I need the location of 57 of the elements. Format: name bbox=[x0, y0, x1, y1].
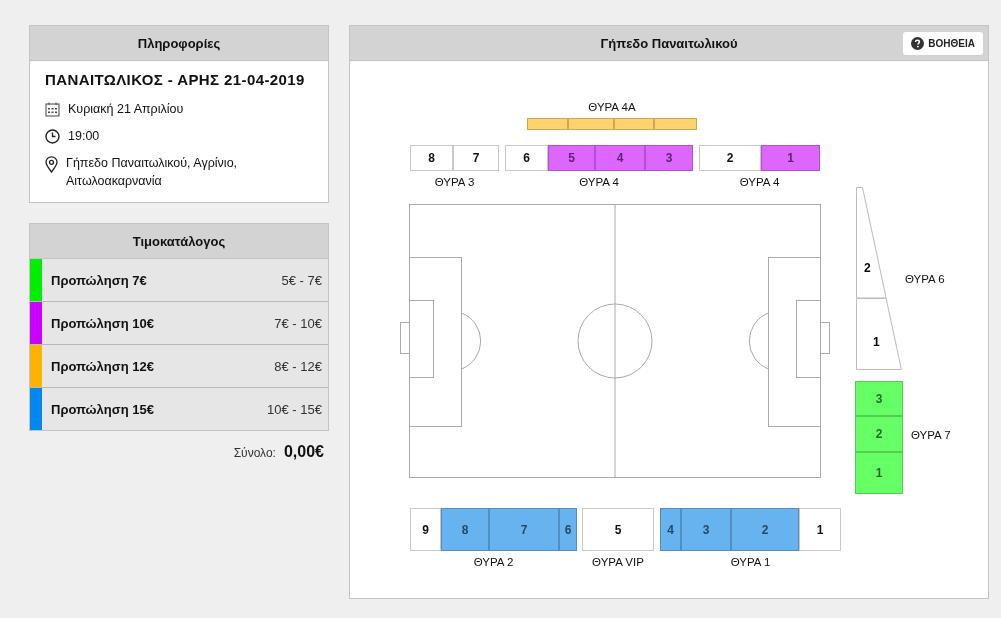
price-range: 10€ - 15€ bbox=[267, 401, 322, 417]
price-range: 5€ - 7€ bbox=[281, 272, 322, 288]
seat-section[interactable]: 6 bbox=[559, 508, 577, 551]
price-name: Προπώληση 10€ bbox=[51, 315, 154, 331]
seat-section[interactable]: 1 bbox=[761, 145, 820, 171]
gate-label: ΘΥΡΑ 2 bbox=[473, 556, 514, 568]
seat-section[interactable]: 7 bbox=[489, 508, 559, 551]
seat-section[interactable]: 3 bbox=[681, 508, 731, 551]
calendar-icon bbox=[45, 102, 60, 117]
seat-section[interactable]: 8 bbox=[441, 508, 489, 551]
seat-section[interactable]: 1 bbox=[799, 508, 841, 551]
seat-section[interactable]: 2 bbox=[855, 416, 903, 452]
seat-section[interactable]: 4 bbox=[660, 508, 681, 551]
gate-label: ΘΥΡΑ 7 bbox=[911, 429, 951, 441]
seat-section[interactable]: 3 bbox=[645, 145, 693, 171]
seat-section[interactable]: 7 bbox=[453, 145, 499, 171]
gate-label: ΘΥΡΑ 4Α bbox=[588, 101, 636, 113]
total-label: Σύνολο: bbox=[233, 446, 276, 460]
seat-section[interactable]: 1 bbox=[856, 298, 902, 370]
seat-section[interactable]: 2 bbox=[699, 145, 761, 171]
help-button[interactable]: ΒΟΗΘΕΙΑ bbox=[903, 31, 983, 55]
price-range: 8€ - 12€ bbox=[274, 358, 322, 374]
seat-section[interactable] bbox=[527, 118, 568, 130]
price-name: Προπώληση 7€ bbox=[51, 272, 147, 288]
seat-section[interactable]: 2 bbox=[731, 508, 799, 551]
seat-section[interactable]: 1 bbox=[855, 452, 903, 494]
clock-icon bbox=[45, 129, 60, 144]
seat-section[interactable]: 9 bbox=[410, 508, 441, 551]
gate-label: ΘΥΡΑ 4 bbox=[739, 176, 780, 188]
seat-section[interactable]: 6 bbox=[505, 145, 548, 171]
match-time: 19:00 bbox=[68, 129, 100, 143]
seat-section[interactable]: 5 bbox=[548, 145, 595, 171]
location-pin-icon bbox=[45, 156, 58, 173]
match-title: ΠΑΝΑΙΤΩΛΙΚΟΣ - ΑΡΗΣ 21-04-2019 bbox=[45, 71, 306, 88]
help-icon bbox=[911, 36, 925, 50]
seat-section[interactable] bbox=[568, 118, 614, 130]
seat-section[interactable]: 5 bbox=[582, 508, 654, 551]
seat-section[interactable]: 4 bbox=[595, 145, 645, 171]
panel-title: Πληροφορίες bbox=[30, 26, 328, 61]
price-name: Προπώληση 15€ bbox=[51, 401, 154, 417]
match-date: Κυριακή 21 Απριλίου bbox=[68, 102, 184, 116]
panel-title: Γήπεδο Παναιτωλικού bbox=[600, 35, 738, 51]
price-range: 7€ - 10€ bbox=[274, 315, 322, 331]
total-amount: 0,00€ bbox=[283, 443, 324, 461]
venue-address: Γήπεδο Παναιτωλικού, Αγρίνιο, Αιτωλοακαρνανία bbox=[66, 155, 239, 190]
seat-section[interactable]: 2 bbox=[856, 187, 887, 299]
gate-label: ΘΥΡΑ 1 bbox=[730, 556, 771, 568]
gate-label: ΘΥΡΑ 6 bbox=[905, 273, 945, 285]
gate-label: ΘΥΡΑ 4 bbox=[579, 176, 619, 188]
seat-section[interactable] bbox=[614, 118, 654, 130]
seat-section[interactable] bbox=[654, 118, 697, 130]
price-name: Προπώληση 12€ bbox=[51, 358, 154, 374]
gate-label: ΘΥΡΑ VIP bbox=[592, 556, 644, 568]
panel-title: Τιμοκατάλογος bbox=[30, 224, 328, 259]
seat-section[interactable]: 8 bbox=[410, 145, 453, 171]
gate-label: ΘΥΡΑ 3 bbox=[434, 176, 475, 188]
seat-section[interactable]: 3 bbox=[855, 381, 903, 416]
